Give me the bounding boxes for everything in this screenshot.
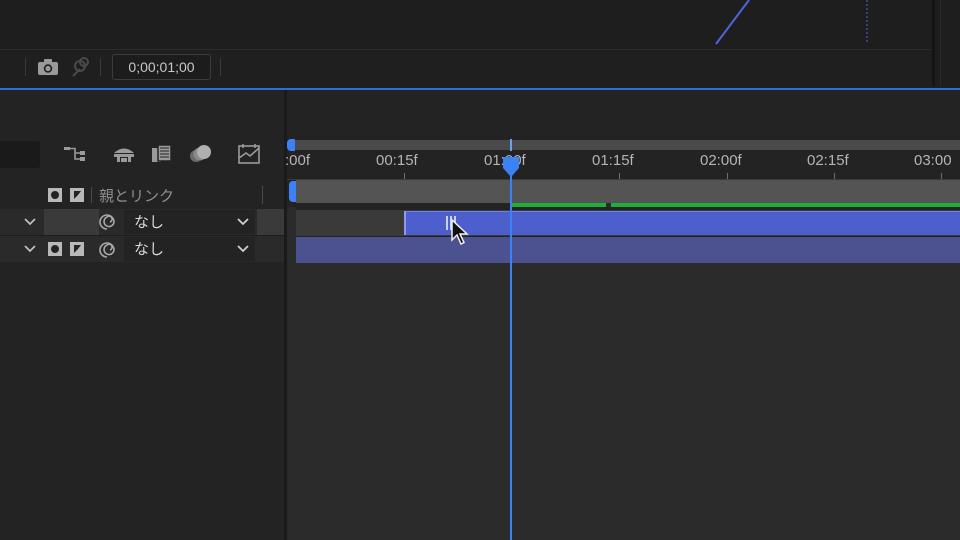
time-ruler-label: 02:15f [807,152,849,169]
shy-layers-icon[interactable] [111,142,137,166]
layer-in-point-handle[interactable] [404,211,406,235]
solo-switch-header-icon [48,188,62,202]
show-snapshot-icon[interactable] [69,56,91,78]
layer-duration-bar[interactable] [405,211,960,235]
chevron-down-icon[interactable] [24,218,36,226]
parent-dropdown[interactable]: なし [124,237,255,261]
time-ruler-label: 03:00 [914,152,952,169]
layer-row-end-cell [257,236,284,262]
switch-header-icon [70,188,84,202]
pick-whip-icon[interactable] [97,240,117,260]
viewer-path-line [715,0,868,45]
graph-editor-icon[interactable] [236,142,262,166]
viewer-panel-border [932,0,935,86]
chevron-down-icon[interactable] [237,245,249,253]
cti-navigator-marker [510,139,512,151]
work-area-range[interactable] [296,180,960,203]
graph-tree-icon[interactable] [62,142,88,166]
toolbar-separator [25,58,26,76]
current-time-display[interactable]: 0;00;01;00 [112,54,211,80]
header-separator [91,187,92,203]
parent-dropdown[interactable]: なし [124,210,255,234]
header-separator [262,186,263,204]
range-start-handle[interactable] [289,181,296,202]
camera-snapshot-icon[interactable] [37,57,59,77]
render-cache-bar [511,203,606,207]
current-time-indicator[interactable] [510,160,512,540]
time-ruler-label: 00:15f [376,152,418,169]
work-area-start-handle[interactable] [287,139,295,151]
motion-blur-icon[interactable] [187,142,213,166]
work-area-bar[interactable] [293,140,960,150]
switch-icon[interactable] [70,242,84,256]
time-ruler-label: 02:00f [700,152,742,169]
layer-duration-bar[interactable] [296,237,960,263]
viewer-panel-border-2 [940,0,941,86]
current-time-indicator-head[interactable] [502,156,520,178]
parent-link-column-header[interactable]: 親とリンク [99,185,174,206]
parent-dropdown-value: なし [134,213,165,231]
render-cache-bar [611,203,960,207]
chevron-down-icon[interactable] [237,218,249,226]
parent-dropdown-value: なし [134,240,165,258]
solo-switch-icon[interactable] [48,242,62,256]
time-ruler-label: 01:15f [592,152,634,169]
clip-grip [446,216,448,230]
layer-search-input[interactable] [0,141,40,168]
pick-whip-icon[interactable] [97,212,117,232]
layer-name-fragment [0,240,6,256]
time-ruler-label: :00f [285,152,311,169]
track-area[interactable] [287,263,960,540]
toolbar-separator [100,58,101,76]
frame-blending-icon[interactable] [149,142,175,166]
mouse-cursor-icon [451,218,469,246]
layer-switches-cell[interactable] [44,209,99,235]
chevron-down-icon[interactable] [24,245,36,253]
layer-row-end-cell [257,209,284,235]
toolbar-separator [220,58,221,76]
